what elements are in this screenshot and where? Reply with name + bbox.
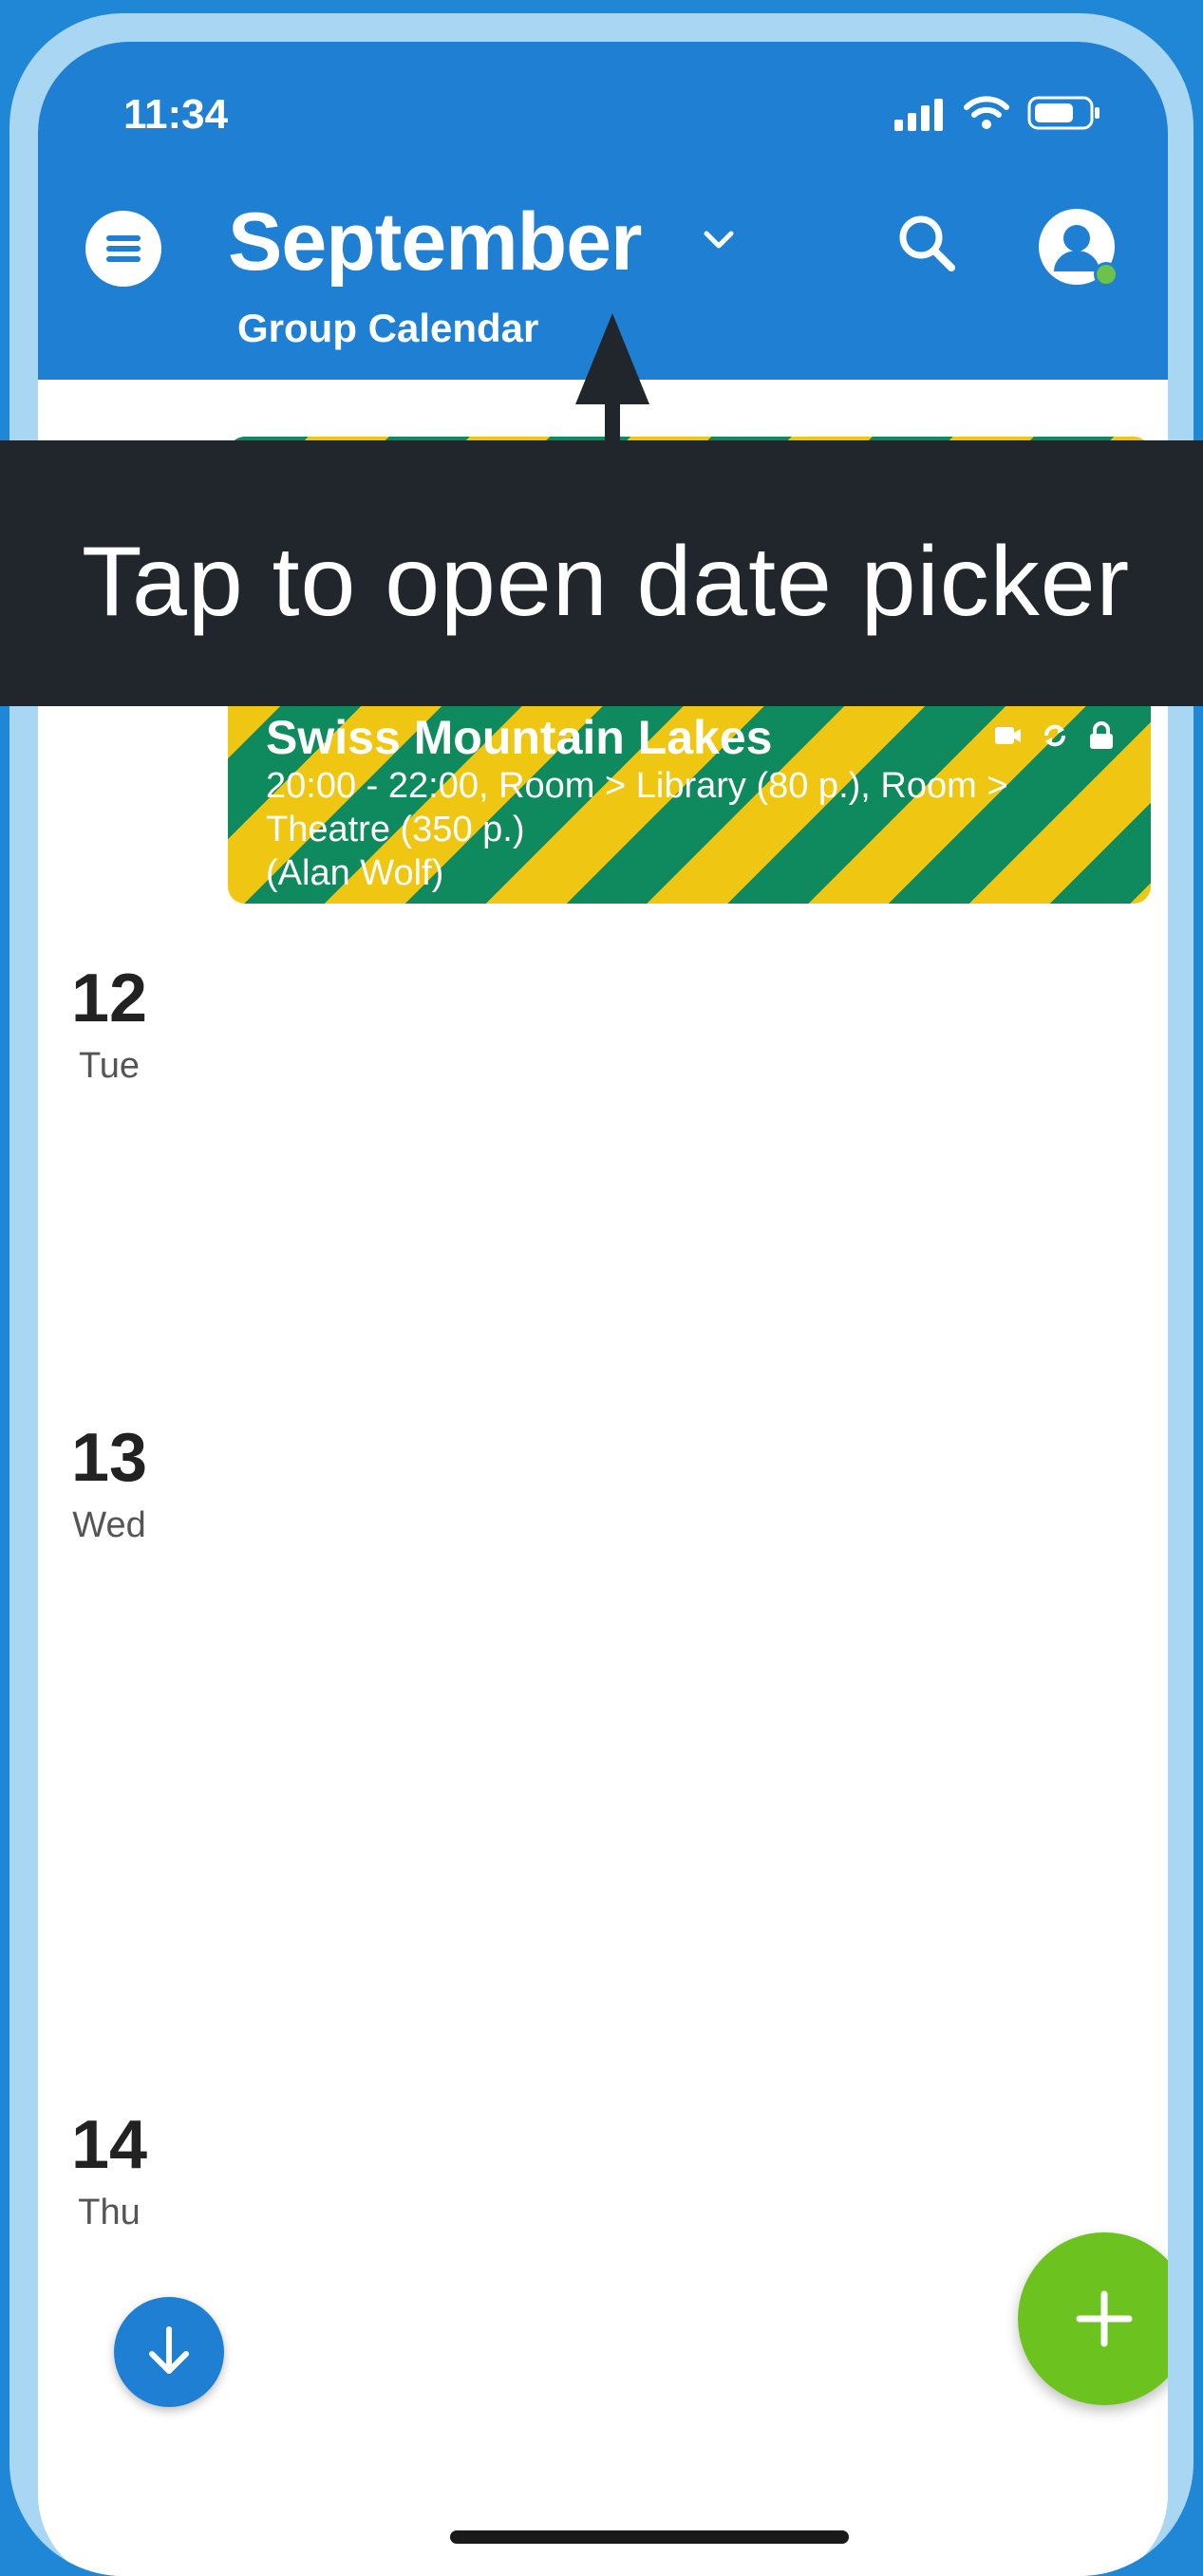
event-organizer: (Mike Mullany)	[266, 1311, 501, 1351]
day-weekday: Tue	[78, 1046, 141, 1086]
event-card[interactable]: GRC Mtg. 20:00 - 22:00, Room > Flumser (…	[228, 1874, 1151, 2079]
online-status-dot	[1094, 262, 1118, 287]
event-title: GRC Mtg.	[266, 1901, 482, 1954]
event-status-icons	[1041, 1223, 1115, 1251]
camera-icon	[995, 727, 1021, 744]
day-weekday: Wed	[72, 1505, 146, 1545]
event-status-icons	[1041, 1452, 1115, 1481]
user-avatar-button[interactable]	[1039, 209, 1118, 287]
event-body: Project Phoenix 9:00 - 13:00, Room > Lib…	[266, 2132, 1113, 2271]
event-card[interactable]: Board Mtg. 10:00 - 20:00, Room > Library…	[228, 955, 1151, 1160]
lock-icon	[1090, 2141, 1113, 2169]
event-body: Board Mtg. 10:00 - 20:00, Room > Library…	[266, 983, 1113, 1123]
event-time-room: 10:00 - 18:00, Room > Zermatt (35 p.)	[266, 2416, 875, 2455]
event-card[interactable]: Course Social Media 10:00 - 18:00, Room …	[228, 2333, 1151, 2538]
day-label-12: 12 Tue	[38, 964, 180, 1087]
event-status-icons	[1041, 993, 1115, 1021]
status-time: 11:34	[123, 91, 229, 138]
event-time-room: 17:00 - 18:00, Room > Flumser (8 p.)	[266, 1267, 861, 1307]
repeat-icon	[1044, 996, 1065, 1018]
day-number: 12	[70, 961, 148, 1036]
event-title: Course Social Media	[266, 2361, 731, 2414]
event-organizer: (Jon Schuster)	[266, 2230, 501, 2269]
repeat-icon	[1044, 2144, 1065, 2167]
event-time-room: 10:00 - 20:00, Room > Library (80 p.)	[266, 1037, 861, 1077]
lock-icon	[1090, 1682, 1113, 1709]
tooltip-banner: Tap to open date picker	[0, 440, 1203, 706]
repeat-icon	[1044, 1685, 1065, 1708]
wifi-icon	[964, 96, 1009, 129]
status-icons	[893, 95, 1101, 131]
app-screen: 11:34 September Group Calendar 12 Tue 13…	[38, 42, 1168, 2576]
day-number: 14	[70, 2107, 148, 2183]
event-time-room: 15:00 - 16:00, Room > Flumser (8 p.)	[266, 1727, 861, 1766]
tooltip-text: Tap to open date picker	[82, 527, 1131, 637]
event-status-icons	[1041, 2141, 1115, 2170]
lock-icon	[1090, 1223, 1113, 1250]
battery-icon	[1027, 96, 1100, 130]
event-organizer: (Alan Wolf)	[266, 853, 444, 893]
repeat-icon	[1044, 724, 1065, 747]
event-organizer: (Anna Lombardi)	[266, 2000, 536, 2040]
event-organizer: (Cathy Fisher)	[266, 2459, 495, 2499]
search-icon[interactable]	[893, 209, 961, 277]
event-status-icons	[1041, 1912, 1115, 1940]
event-card[interactable]: Interview 15:00 - 16:00, Room > Flumser …	[228, 1644, 1151, 1849]
event-title: Board Mtg.	[266, 982, 515, 1036]
lock-icon	[1090, 993, 1113, 1020]
event-title: Course Social Media	[266, 1442, 731, 1495]
event-room-cont: Theatre (350 p.)	[266, 810, 525, 849]
event-title: Interview	[266, 1671, 472, 1725]
month-title-date-picker[interactable]: September	[228, 196, 642, 289]
repeat-icon	[1044, 1455, 1065, 1478]
event-card[interactable]: Project Phoenix 9:00 - 13:00, Room > Lib…	[228, 2103, 1151, 2308]
event-body: Interview 17:00 - 18:00, Room > Flumser …	[266, 1213, 1113, 1353]
calendar-name: Group Calendar	[237, 306, 539, 350]
event-body: Course Social Media 10:00 - 19:00, Room …	[266, 1443, 1113, 1582]
lock-icon	[1090, 1912, 1113, 1939]
lock-icon	[1090, 721, 1113, 749]
plus-icon	[1076, 2290, 1133, 2347]
event-title: Interview	[266, 1212, 472, 1265]
signal-icon	[894, 99, 943, 131]
event-body: GRC Mtg. 20:00 - 22:00, Room > Flumser (…	[266, 1902, 1113, 2042]
event-status-icons	[993, 721, 1115, 750]
event-status-icons	[1041, 1682, 1115, 1710]
repeat-icon	[1044, 1914, 1065, 1937]
event-card[interactable]: Interview 17:00 - 18:00, Room > Flumser …	[228, 1185, 1151, 1390]
day-label-13: 13 Wed	[38, 1424, 180, 1546]
day-weekday: Thu	[78, 2193, 141, 2232]
event-title: Project Phoenix	[266, 2131, 625, 2184]
event-card[interactable]: Course Social Media 10:00 - 19:00, Room …	[228, 1414, 1151, 1619]
event-organizer: (Betty Chan)	[266, 1081, 469, 1121]
event-body: Course Social Media 10:00 - 18:00, Room …	[266, 2361, 1113, 2501]
lock-icon	[1090, 1452, 1113, 1480]
event-time-room: 20:00 - 22:00, Room > Library (80 p.), R…	[266, 766, 1008, 806]
day-number: 13	[70, 1420, 148, 1496]
event-time-room: 9:00 - 13:00, Room > Library (80 p.)	[266, 2186, 841, 2226]
repeat-icon	[1044, 1225, 1065, 1248]
menu-button[interactable]	[85, 211, 161, 287]
event-organizer: (Cathy Fisher)	[266, 1540, 495, 1580]
event-time-room: 10:00 - 19:00, Room > Zermatt (35 p.)	[266, 1497, 875, 1537]
day-label-14: 14 Thu	[38, 2111, 180, 2233]
scroll-to-today-button[interactable]	[114, 2297, 224, 2407]
event-organizer: (Mike Mullany)	[266, 1770, 501, 1810]
arrow-down-icon	[149, 2326, 189, 2374]
event-body: Interview 15:00 - 16:00, Room > Flumser …	[266, 1672, 1113, 1812]
event-time-room: 20:00 - 22:00, Room > Flumser (8 p.)	[266, 1956, 861, 1996]
chevron-down-icon[interactable]	[703, 230, 735, 251]
menu-icon	[106, 235, 141, 262]
event-title: Swiss Mountain Lakes	[266, 711, 773, 764]
